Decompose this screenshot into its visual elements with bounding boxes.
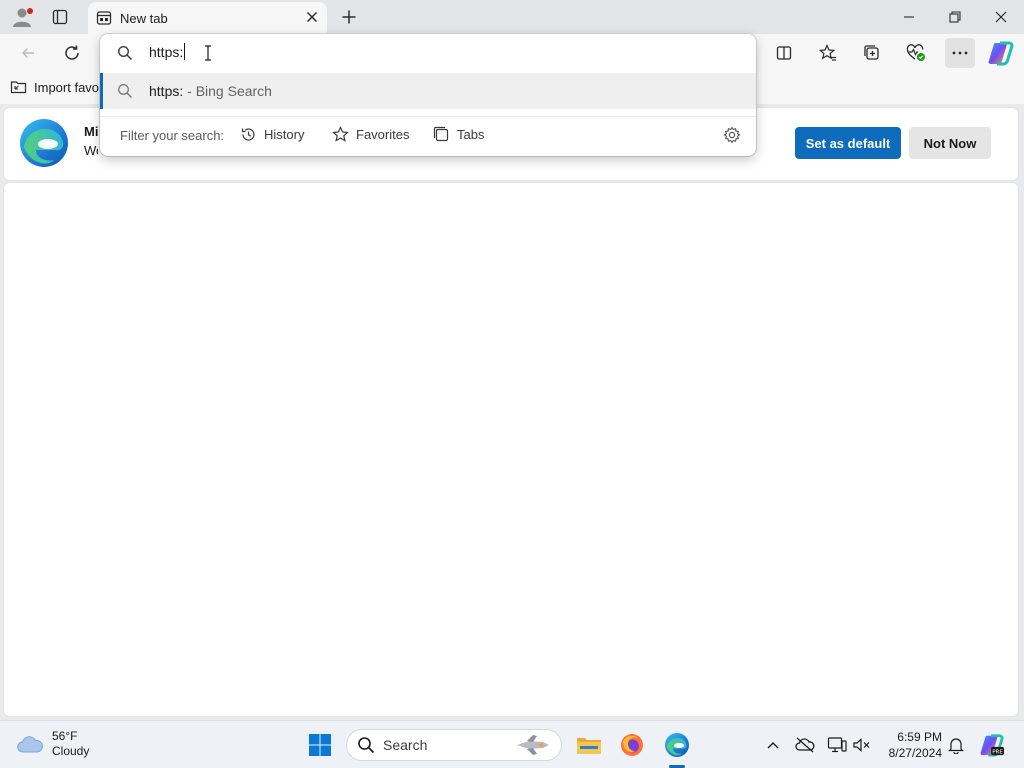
weather-condition: Cloudy <box>52 744 90 758</box>
restore-button[interactable] <box>932 0 978 34</box>
more-dots-icon <box>952 51 968 55</box>
address-bar-dropdown: https: https: - Bing Search Filter your … <box>100 34 756 156</box>
search-icon <box>358 737 375 754</box>
search-icon <box>117 45 133 61</box>
suggestion-query: https: <box>149 83 184 99</box>
tab-strip: New tab <box>0 0 1024 34</box>
import-favorites-label: Import favor <box>34 79 104 95</box>
file-explorer-button[interactable] <box>573 729 605 761</box>
address-input-value: https: <box>149 43 184 60</box>
tabs-icon <box>433 126 449 142</box>
monitor-network-icon <box>827 737 847 753</box>
suggestion-provider: - Bing Search <box>183 83 272 99</box>
plus-icon <box>342 10 356 24</box>
banner-subtitle: Wo <box>84 143 98 158</box>
taskbar: 56°F Cloudy Search 6:59 PM 8/27/2024 PRE <box>0 720 1024 768</box>
gear-icon[interactable] <box>723 126 741 144</box>
show-hidden-icons-button[interactable] <box>762 734 784 756</box>
search-filter-row: Filter your search: History Favorites Ta… <box>100 116 756 152</box>
refresh-button[interactable] <box>57 38 87 68</box>
tab-title: New tab <box>120 11 168 26</box>
refresh-icon <box>65 45 79 60</box>
filter-favorites-label: Favorites <box>356 127 410 142</box>
suggestion-selected-indicator <box>100 73 103 109</box>
firefox-button[interactable] <box>616 729 648 761</box>
ibeam-cursor-icon <box>205 45 211 61</box>
taskbar-search-label: Search <box>383 737 428 753</box>
browser-essentials-button[interactable] <box>901 38 931 68</box>
firefox-icon <box>621 734 643 756</box>
filter-favorites[interactable]: Favorites <box>332 126 409 143</box>
banner-title: Microsoft Edge <box>84 124 98 139</box>
filter-history-label: History <box>264 127 305 142</box>
back-arrow-icon <box>22 48 34 58</box>
favorites-button[interactable] <box>813 38 843 68</box>
not-now-button[interactable]: Not Now <box>909 127 991 159</box>
clock-time: 6:59 PM <box>897 730 942 744</box>
copilot-icon[interactable] <box>987 40 1015 66</box>
profile-button[interactable] <box>8 4 36 30</box>
filter-tabs-label: Tabs <box>457 127 485 142</box>
edge-logo-icon <box>20 119 68 167</box>
new-tab-button[interactable] <box>337 4 361 30</box>
vertical-tabs-icon <box>52 9 68 25</box>
taskbar-search-box[interactable]: Search <box>346 729 562 761</box>
heart-pulse-icon <box>906 44 925 61</box>
star-icon <box>332 126 349 142</box>
svg-text:PRE: PRE <box>992 749 1003 755</box>
weather-widget[interactable]: 56°F Cloudy <box>16 729 89 759</box>
edge-logo-icon <box>665 733 689 757</box>
copilot-icon: PRE <box>980 734 1004 757</box>
clock-date: 8/27/2024 <box>888 746 942 760</box>
bell-icon <box>948 738 964 754</box>
speaker-muted-icon <box>853 738 870 752</box>
volume-button[interactable] <box>851 734 873 756</box>
onedrive-button[interactable] <box>794 734 816 756</box>
favorites-star-list-icon <box>819 44 836 61</box>
close-icon <box>995 11 1007 23</box>
cloud-icon <box>17 736 43 753</box>
search-icon <box>118 84 132 98</box>
collections-button[interactable] <box>857 38 887 68</box>
address-input[interactable]: https: <box>149 43 186 60</box>
folder-import-icon <box>10 81 27 94</box>
settings-and-more-button[interactable] <box>945 38 975 68</box>
split-screen-button[interactable] <box>769 38 799 68</box>
minimize-icon <box>904 16 914 18</box>
vertical-tabs-button[interactable] <box>46 4 74 30</box>
restore-icon <box>949 11 961 23</box>
close-window-button[interactable] <box>978 0 1024 34</box>
chevron-up-icon <box>767 742 779 749</box>
text-caret <box>184 43 186 60</box>
weather-temp: 56°F <box>52 729 78 743</box>
page-content-area[interactable] <box>4 183 1018 716</box>
collections-icon <box>864 45 879 60</box>
close-tab-icon[interactable] <box>305 10 319 24</box>
windows-logo-icon <box>309 734 331 756</box>
tab-new-tab[interactable]: New tab <box>88 2 327 34</box>
minimize-button[interactable] <box>886 0 932 34</box>
history-icon <box>241 128 255 141</box>
notifications-button[interactable] <box>945 734 967 756</box>
filter-history[interactable]: History <box>240 126 304 143</box>
import-favorites-button[interactable]: Import favor <box>10 79 103 95</box>
filter-label: Filter your search: <box>120 128 225 143</box>
start-button[interactable] <box>304 729 336 761</box>
network-button[interactable] <box>826 734 848 756</box>
onedrive-offline-icon <box>795 737 815 753</box>
filter-tabs[interactable]: Tabs <box>433 126 484 143</box>
new-tab-page-icon <box>96 11 112 25</box>
taskbar-clock[interactable]: 6:59 PM 8/27/2024 <box>880 729 942 761</box>
profile-notification-badge <box>27 8 33 14</box>
set-as-default-button[interactable]: Set as default <box>795 127 901 159</box>
copilot-taskbar-button[interactable]: PRE <box>976 729 1008 761</box>
search-highlight-icon <box>517 735 549 755</box>
folder-icon <box>577 738 601 754</box>
split-screen-icon <box>776 46 792 60</box>
back-button[interactable] <box>13 38 43 68</box>
edge-taskbar-button[interactable] <box>661 729 693 761</box>
suggestion-bing-search[interactable]: https: - Bing Search <box>100 73 756 109</box>
